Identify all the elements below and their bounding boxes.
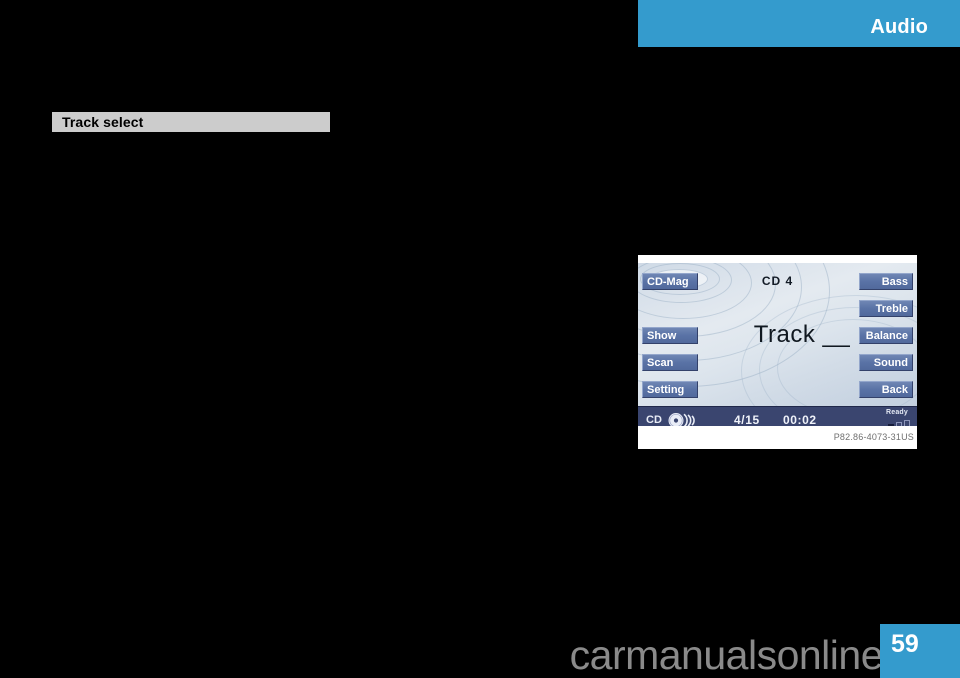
softkey-back[interactable]: Back: [859, 381, 913, 398]
status-source-label: CD: [646, 414, 662, 426]
softkey-balance[interactable]: Balance: [859, 327, 913, 344]
watermark: carmanualsonline.info: [569, 632, 959, 678]
figure-caption: P82.86-4073-31US: [833, 432, 914, 442]
softkey-sound[interactable]: Sound: [859, 354, 913, 371]
status-track-counter: 4/15: [734, 413, 760, 426]
status-elapsed-time: 00:02: [783, 413, 817, 426]
status-ready-label: Ready: [885, 409, 908, 416]
softkey-scan[interactable]: Scan: [642, 354, 698, 371]
softkey-treble[interactable]: Treble: [859, 300, 913, 317]
cd-disc-icon: [668, 413, 695, 426]
page-title: Audio: [870, 16, 928, 38]
head-unit-screen: CD 4 Track __ CD-Mag Show Scan Setting B…: [638, 263, 917, 426]
page-number-badge: 59: [880, 624, 960, 678]
softkey-show[interactable]: Show: [642, 327, 698, 344]
softkey-setting[interactable]: Setting: [642, 381, 698, 398]
signal-bars-icon: [874, 420, 910, 426]
head-unit-status-bar: CD 4/15 00:02 Ready: [638, 406, 917, 426]
subsection-heading: Track select: [52, 112, 330, 132]
softkey-cd-mag[interactable]: CD-Mag: [642, 273, 698, 290]
head-unit-figure: CD 4 Track __ CD-Mag Show Scan Setting B…: [638, 255, 917, 449]
page-number: 59: [891, 630, 919, 658]
section-header-band: Audio: [638, 0, 960, 47]
softkey-bass[interactable]: Bass: [859, 273, 913, 290]
track-entry-display: Track __: [753, 321, 851, 348]
subsection-heading-label: Track select: [62, 114, 144, 130]
